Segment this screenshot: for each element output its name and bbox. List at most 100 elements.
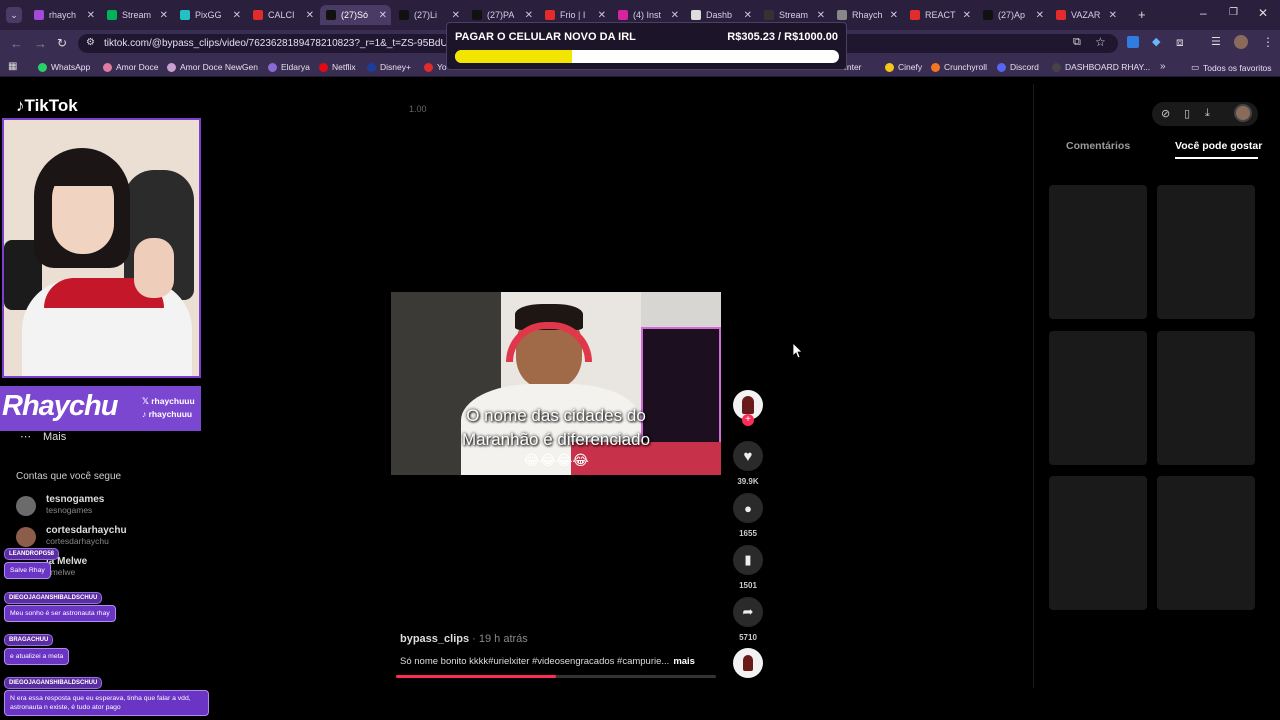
profile-avatar[interactable] xyxy=(1234,35,1248,49)
donation-goal-title: PAGAR O CELULAR NOVO DA IRL xyxy=(455,31,636,43)
new-tab-button[interactable]: + xyxy=(1138,7,1146,22)
media-controls-icon[interactable]: ☰ xyxy=(1211,35,1221,48)
browser-tab[interactable]: VAZAR ✕ xyxy=(1050,5,1121,25)
window-close-button[interactable]: ✕ xyxy=(1258,6,1268,20)
user-avatar[interactable] xyxy=(1234,104,1252,122)
tab-favicon-icon xyxy=(399,10,409,20)
webcam-hand xyxy=(134,238,174,298)
tab-close-icon[interactable]: ✕ xyxy=(87,10,95,21)
browser-tab[interactable]: Stream ✕ xyxy=(101,5,172,25)
sidebar-item-more[interactable]: ⋯ Mais xyxy=(20,430,66,443)
phone-icon[interactable]: ▯ xyxy=(1184,107,1190,120)
tab-close-icon[interactable]: ✕ xyxy=(1109,10,1117,21)
recommended-video-placeholder[interactable] xyxy=(1049,185,1147,319)
chat-username: LEANDROPG58 xyxy=(4,548,60,560)
tab-you-may-like[interactable]: Você pode gostar xyxy=(1175,140,1262,152)
bookmark-item[interactable]: WhatsApp xyxy=(38,62,90,72)
tiktok-logo[interactable]: ♪TikTok xyxy=(16,96,78,116)
site-info-icon[interactable]: ⚙ xyxy=(86,37,95,48)
creator-avatar-button[interactable]: + xyxy=(733,390,763,426)
tab-close-icon[interactable]: ✕ xyxy=(744,10,752,21)
forward-button[interactable]: → xyxy=(34,36,47,51)
tab-close-icon[interactable]: ✕ xyxy=(890,10,898,21)
apps-grid-icon[interactable]: ▦ xyxy=(8,61,17,72)
tab-close-icon[interactable]: ✕ xyxy=(379,10,387,21)
bookmark-star-icon[interactable]: ☆ xyxy=(1095,35,1106,49)
video-progress-bar[interactable] xyxy=(396,675,716,678)
tab-favicon-icon xyxy=(910,10,920,20)
sound-avatar-button[interactable] xyxy=(733,648,763,678)
recommended-video-placeholder[interactable] xyxy=(1157,476,1255,610)
recommended-video-placeholder[interactable] xyxy=(1049,331,1147,465)
compass-icon[interactable]: ⊘ xyxy=(1161,107,1170,120)
browser-tab[interactable]: (27)Ap ✕ xyxy=(977,5,1048,25)
browser-tab[interactable]: REACT ✕ xyxy=(904,5,975,25)
bookmarks-overflow-icon[interactable]: » xyxy=(1160,61,1166,72)
back-button[interactable]: ← xyxy=(10,36,23,51)
bookmark-item[interactable]: Eldarya xyxy=(268,62,310,72)
bookmark-item[interactable]: Netflix xyxy=(319,62,356,72)
share-button[interactable]: ➦ 5710 xyxy=(733,597,763,642)
browser-tab[interactable]: PixGG ✕ xyxy=(174,5,245,25)
bookmark-item[interactable]: Disney+ xyxy=(367,62,411,72)
recommended-video-placeholder[interactable] xyxy=(1049,476,1147,610)
tab-close-icon[interactable]: ✕ xyxy=(598,10,606,21)
chat-message: Meu sonho é ser astronauta rhay xyxy=(4,605,116,622)
bookmark-favicon-icon xyxy=(931,62,940,72)
save-button[interactable]: ▮ 1501 xyxy=(733,545,763,590)
reload-button[interactable]: ↻ xyxy=(57,36,67,50)
tab-comments[interactable]: Comentários xyxy=(1066,140,1130,152)
all-bookmarks-folder[interactable]: ▭ Todos os favoritos xyxy=(1191,62,1272,73)
tab-favicon-icon xyxy=(545,10,555,20)
tab-label: (27)Li xyxy=(414,10,438,20)
author-name[interactable]: bypass_clips xyxy=(400,633,469,645)
tab-close-icon[interactable]: ✕ xyxy=(671,10,679,21)
window-minimize-button[interactable]: – xyxy=(1200,6,1207,20)
recommended-video-placeholder[interactable] xyxy=(1157,331,1255,465)
window-restore-button[interactable]: ❐ xyxy=(1229,7,1238,18)
tab-favicon-icon xyxy=(764,10,774,20)
playback-speed[interactable]: 1.00 xyxy=(409,104,427,114)
video-description: Só nome bonito kkkk#urielxiter #videosen… xyxy=(400,656,695,667)
followed-account-2[interactable]: cortesdarhaychu cortesdarhaychu xyxy=(16,525,127,547)
bookmark-item[interactable]: Crunchyroll xyxy=(931,62,987,72)
extensions-icon[interactable]: ⧈ xyxy=(1176,35,1184,50)
shield-extension-icon[interactable]: ◆ xyxy=(1152,35,1160,48)
tab-favicon-icon xyxy=(326,10,336,20)
tab-close-icon[interactable]: ✕ xyxy=(963,10,971,21)
tab-close-icon[interactable]: ✕ xyxy=(817,10,825,21)
tab-menu-icon[interactable]: ⌄ xyxy=(6,7,22,23)
tab-close-icon[interactable]: ✕ xyxy=(1036,10,1044,21)
tab-close-icon[interactable]: ✕ xyxy=(452,10,460,21)
tab-close-icon[interactable]: ✕ xyxy=(233,10,241,21)
tab-close-icon[interactable]: ✕ xyxy=(160,10,168,21)
x-icon: 𝕏 xyxy=(142,396,152,406)
bookmark-item[interactable]: Cinefy xyxy=(885,62,922,72)
like-button[interactable]: ♥ 39.9K xyxy=(733,441,763,486)
bookmark-item[interactable]: DASHBOARD RHAY... xyxy=(1052,62,1150,72)
chat-username: DIEGOJAGANSHIBALDSCHUU xyxy=(4,592,103,604)
bookmark-item[interactable]: Amor Doce xyxy=(103,62,159,72)
tab-close-icon[interactable]: ✕ xyxy=(525,10,533,21)
bookmark-item[interactable]: Amor Doce NewGen xyxy=(167,62,258,72)
browser-tab[interactable]: CALCI ✕ xyxy=(247,5,318,25)
more-link[interactable]: mais xyxy=(673,656,695,667)
browser-menu-icon[interactable]: ⋮ xyxy=(1262,35,1274,49)
tab-label: CALCI xyxy=(268,10,295,20)
account-name: cortesdarhaychu xyxy=(46,525,127,536)
bookmark-label: Amor Doce xyxy=(116,62,159,72)
tab-close-icon[interactable]: ✕ xyxy=(306,10,314,21)
download-extension-icon[interactable] xyxy=(1127,36,1139,48)
bookmark-item[interactable]: Discord xyxy=(997,62,1039,72)
share-count: 5710 xyxy=(739,633,757,642)
recommended-video-placeholder[interactable] xyxy=(1157,185,1255,319)
followed-account-1[interactable]: tesnogames tesnogames xyxy=(16,494,104,516)
video-player[interactable]: O nome das cidades do Maranhão é diferenc… xyxy=(391,292,721,475)
follow-plus-icon[interactable]: + xyxy=(742,414,754,426)
download-icon[interactable]: ⤓ xyxy=(1205,107,1210,120)
comment-button[interactable]: ● 1655 xyxy=(733,493,763,538)
browser-tab[interactable]: (27)Só ✕ xyxy=(320,5,391,25)
install-app-icon[interactable]: ⧉ xyxy=(1073,36,1081,49)
bookmark-item[interactable]: Yo xyxy=(424,62,447,72)
browser-tab[interactable]: rhaych ✕ xyxy=(28,5,99,25)
